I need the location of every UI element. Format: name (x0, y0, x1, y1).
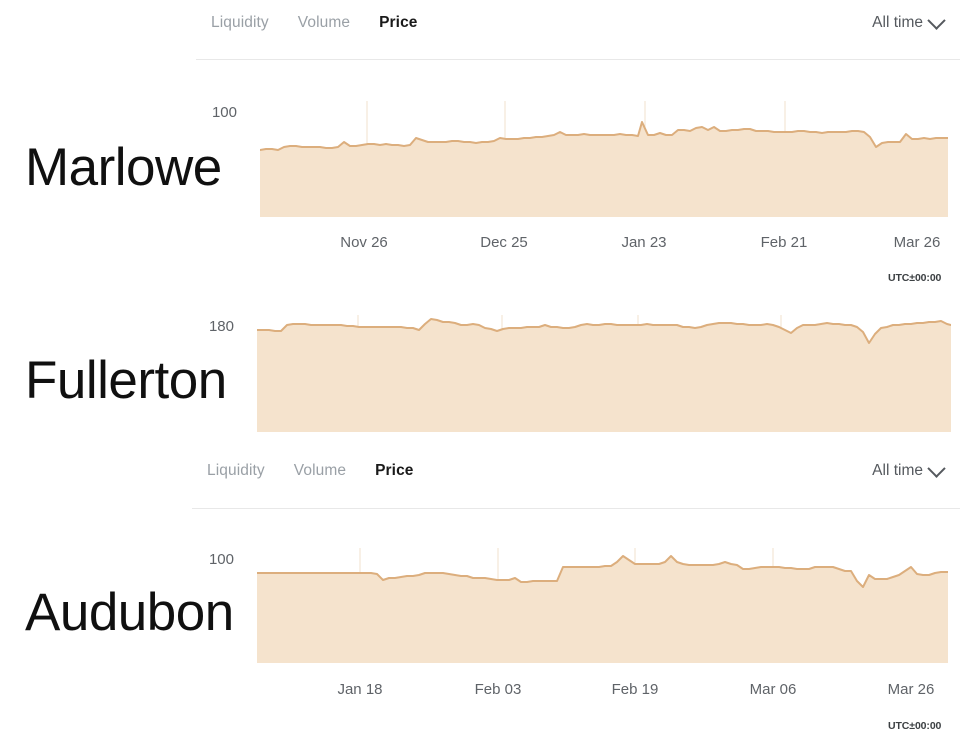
x-axis-tick: Feb 03 (474, 681, 522, 698)
x-axis-tick: Mar 06 (749, 681, 797, 698)
chart-title-audubon: Audubon (25, 583, 234, 642)
area-chart-audubon (257, 548, 948, 663)
x-axis-tick: Jan 18 (337, 681, 383, 698)
plot-area-audubon[interactable] (257, 548, 948, 663)
x-axis-tick: Mar 26 (887, 681, 935, 698)
chart-block-audubon: Audubon 100 Jan 18 Feb 03 Feb 19 Mar 06 … (0, 0, 960, 744)
y-axis-tick-audubon: 100 (208, 551, 234, 568)
timezone-label-audubon: UTC±00:00 (888, 720, 942, 732)
x-axis-tick: Feb 19 (611, 681, 659, 698)
